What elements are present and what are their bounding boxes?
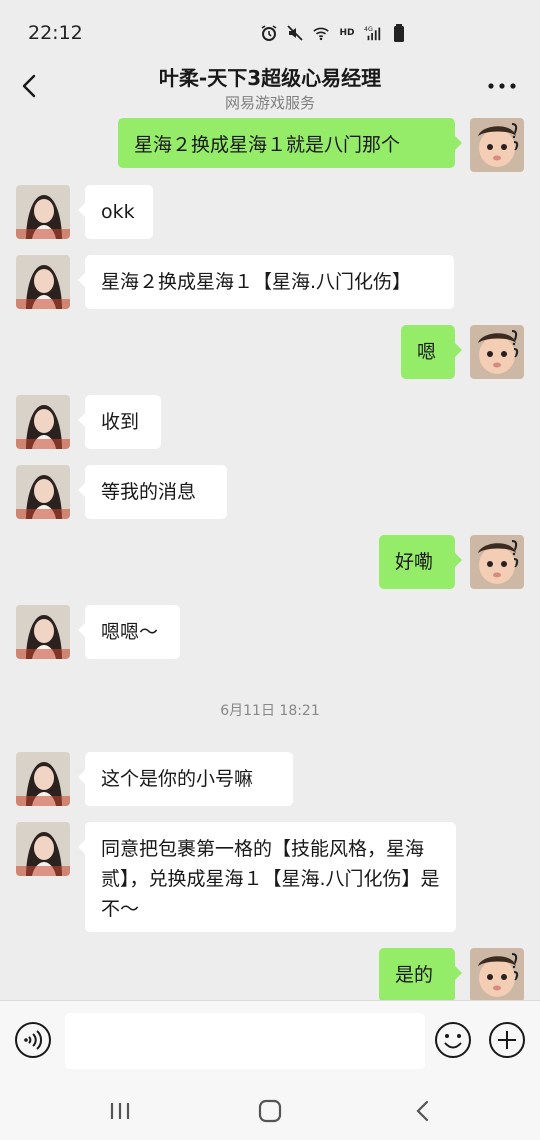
- contact-avatar[interactable]: [16, 395, 70, 449]
- emoji-icon: [435, 1022, 471, 1058]
- chat-header: 叶柔-天下3超级心易经理 网易游戏服务: [0, 56, 540, 120]
- incoming-message[interactable]: okk: [78, 185, 153, 239]
- recent-apps-icon: [110, 1103, 130, 1119]
- my-avatar[interactable]: [470, 118, 524, 172]
- contact-avatar[interactable]: [16, 822, 70, 876]
- back-nav-button[interactable]: [408, 1096, 438, 1126]
- emoji-button[interactable]: [434, 1021, 472, 1059]
- chat-title: 叶柔-天下3超级心易经理: [158, 66, 382, 90]
- my-avatar[interactable]: [470, 325, 524, 379]
- incoming-message[interactable]: 嗯嗯～: [78, 605, 180, 659]
- signal-4g-icon: 4G: [364, 24, 382, 42]
- my-avatar[interactable]: [470, 535, 524, 589]
- voice-button[interactable]: [14, 1021, 52, 1059]
- more-functions-button[interactable]: [488, 1021, 526, 1059]
- outgoing-message[interactable]: 是的: [379, 948, 462, 1000]
- incoming-message[interactable]: 等我的消息: [78, 465, 227, 519]
- contact-avatar[interactable]: [16, 465, 70, 519]
- more-button[interactable]: [486, 76, 518, 96]
- more-dots-icon: [488, 83, 516, 89]
- plus-icon: [489, 1022, 525, 1058]
- contact-avatar[interactable]: [16, 255, 70, 309]
- voice-icon: [15, 1022, 51, 1058]
- mute-icon: [286, 24, 304, 42]
- home-icon: [258, 1099, 282, 1123]
- outgoing-message[interactable]: 嗯: [401, 325, 462, 379]
- outgoing-message[interactable]: 星海２换成星海１就是八门那个: [118, 118, 462, 168]
- battery-icon: [390, 24, 408, 42]
- contact-avatar[interactable]: [16, 185, 70, 239]
- home-button[interactable]: [255, 1096, 285, 1126]
- system-navigation-bar: [0, 1080, 540, 1140]
- wifi-icon: [312, 24, 330, 42]
- chat-subtitle: 网易游戏服务: [224, 94, 315, 112]
- contact-avatar[interactable]: [16, 752, 70, 806]
- status-icons: HD 4G: [260, 24, 408, 42]
- svg-text:4G: 4G: [364, 26, 373, 33]
- recent-apps-button[interactable]: [105, 1096, 135, 1126]
- incoming-message[interactable]: 这个是你的小号嘛: [78, 752, 293, 806]
- message-input[interactable]: [65, 1013, 425, 1069]
- input-bar: [0, 1000, 540, 1081]
- chat-message-list[interactable]: 星海２换成星海１就是八门那个 okk 星海２换成星海１【星海.八门化伤】 嗯 收…: [0, 118, 540, 1000]
- alarm-icon: [260, 24, 278, 42]
- hd-label: HD: [339, 28, 355, 38]
- incoming-message[interactable]: 收到: [78, 395, 161, 449]
- timestamp-divider: 6月11日 18:21: [220, 703, 320, 719]
- incoming-message[interactable]: 星海２换成星海１【星海.八门化伤】: [78, 255, 454, 309]
- my-avatar[interactable]: [470, 948, 524, 1000]
- contact-avatar[interactable]: [16, 605, 70, 659]
- status-bar: 22:12 HD 4G: [0, 0, 540, 64]
- incoming-message[interactable]: 同意把包裹第一格的【技能风格，星海贰】，兑换成星海１【星海.八门化伤】是不～: [78, 822, 456, 932]
- back-icon: [416, 1100, 429, 1122]
- status-time: 22:12: [28, 22, 83, 44]
- outgoing-message[interactable]: 好嘞: [379, 535, 462, 589]
